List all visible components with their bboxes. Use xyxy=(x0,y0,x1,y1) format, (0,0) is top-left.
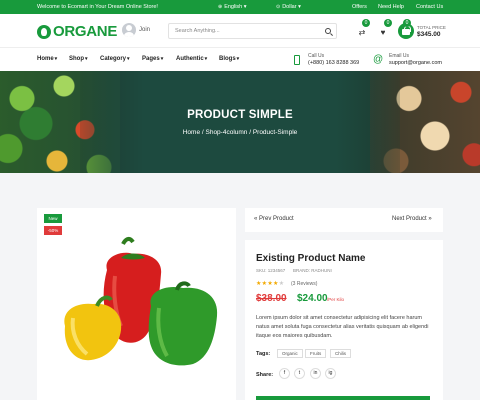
chevron-down-icon: ▾ xyxy=(54,56,58,62)
new-badge: New xyxy=(44,214,62,223)
contact-us-link[interactable]: Contact Us xyxy=(416,4,443,10)
offers-link[interactable]: Offers xyxy=(352,4,367,10)
leaf-logo-icon xyxy=(37,24,51,39)
breadcrumb[interactable]: Home / Shop-4column / Product-Simple xyxy=(0,129,480,136)
user-avatar-icon[interactable] xyxy=(122,23,136,37)
chevron-down-icon: ▾ xyxy=(236,56,240,62)
product-sku: SKU: 1234567 xyxy=(256,268,286,273)
tag-fruits[interactable]: Fruits xyxy=(305,349,327,358)
product-description: Lorem ipsum dolor sit amet consectetur a… xyxy=(256,315,429,339)
logo[interactable]: ORGANE xyxy=(37,23,117,40)
prev-product-link[interactable]: « Prev Product xyxy=(254,216,294,222)
product-brand: BRAND: RADHUNI xyxy=(293,268,332,273)
chevron-down-icon: ▾ xyxy=(85,56,88,62)
total-price-value: $345.00 xyxy=(417,31,441,38)
chevron-down-icon: ▾ xyxy=(127,56,130,62)
email-label: Email Us xyxy=(389,53,410,59)
tags-label: Tags: xyxy=(256,351,271,357)
review-count-link[interactable]: (3 Reviews) xyxy=(291,281,317,287)
compare-count-badge: 0 xyxy=(362,19,370,27)
tag-chilis[interactable]: Chilis xyxy=(330,349,352,358)
share-label: Share: xyxy=(256,372,274,378)
globe-icon: ⊕ xyxy=(218,4,223,10)
rating-stars: ★★★★★ xyxy=(256,281,285,287)
product-name: Existing Product Name xyxy=(256,253,366,264)
search-input[interactable]: Search Anything... xyxy=(168,23,337,39)
nav-shop[interactable]: Shop▾ xyxy=(69,56,88,62)
header: ORGANE Join Search Anything... ⇄ 0 ♥ 0 0… xyxy=(0,14,480,47)
page-banner: PRODUCT SIMPLE Home / Shop-4column / Pro… xyxy=(0,71,480,173)
main-nav: Home▾ Shop▾ Category▾ Pages▾ Authentic▾ … xyxy=(0,47,480,71)
add-to-cart-button[interactable] xyxy=(256,396,430,400)
chevron-down-icon: ▾ xyxy=(160,56,164,62)
twitter-icon[interactable]: t xyxy=(294,368,305,379)
wishlist-icon[interactable]: ♥ xyxy=(378,28,388,38)
call-number[interactable]: (+880) 163 8288 369 xyxy=(308,60,359,66)
bell-peppers-image xyxy=(64,236,218,366)
currency-selector[interactable]: ⊙ Dollar ▾ xyxy=(276,4,301,10)
nav-pages[interactable]: Pages▾ xyxy=(142,56,163,62)
instagram-icon[interactable]: ig xyxy=(325,368,336,379)
total-price-label: TOTAL PRICE xyxy=(417,25,446,30)
linkedin-icon[interactable]: in xyxy=(310,368,321,379)
top-bar: Welcome to Ecomart in Your Dream Online … xyxy=(0,0,480,14)
need-help-link[interactable]: Need Help xyxy=(378,4,404,10)
join-link[interactable]: Join xyxy=(139,27,150,33)
nav-category[interactable]: Category▾ xyxy=(100,56,130,62)
nav-authentic[interactable]: Authentic▾ xyxy=(176,56,207,62)
nav-home[interactable]: Home▾ xyxy=(37,56,57,62)
page-title: PRODUCT SIMPLE xyxy=(187,109,293,121)
language-selector[interactable]: ⊕ English ▾ xyxy=(218,4,247,10)
welcome-text: Welcome to Ecomart in Your Dream Online … xyxy=(37,4,158,10)
discount-badge: -50% xyxy=(44,226,62,235)
wishlist-count-badge: 0 xyxy=(384,19,392,27)
chevron-down-icon: ▾ xyxy=(204,56,208,62)
compare-icon[interactable]: ⇄ xyxy=(357,28,367,38)
product-image-panel[interactable] xyxy=(37,208,236,400)
phone-icon xyxy=(294,55,300,65)
search-icon[interactable] xyxy=(325,28,331,34)
old-price: $38.00 xyxy=(256,293,287,304)
tag-organic[interactable]: Organic xyxy=(277,349,303,358)
current-price: $24.00 xyxy=(297,293,328,304)
facebook-icon[interactable]: f xyxy=(279,368,290,379)
email-address[interactable]: support@organe.com xyxy=(389,60,442,66)
email-icon: @ xyxy=(373,54,384,65)
price-unit: /Per Kilo xyxy=(327,297,345,302)
nav-blogs[interactable]: Blogs▾ xyxy=(219,56,239,62)
search-placeholder: Search Anything... xyxy=(175,28,220,34)
dollar-icon: ⊙ xyxy=(276,4,281,10)
next-product-link[interactable]: Next Product » xyxy=(392,216,432,222)
cart-count-badge: 0 xyxy=(403,19,411,27)
call-label: Call Us xyxy=(308,53,325,59)
